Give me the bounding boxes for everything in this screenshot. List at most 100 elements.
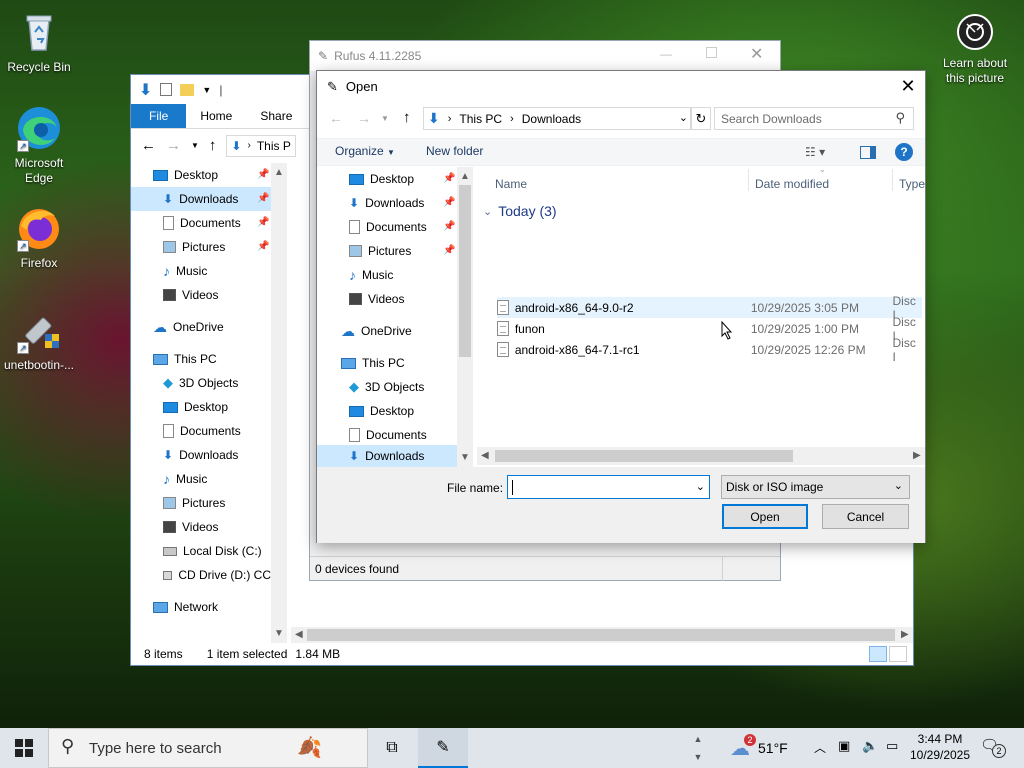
nav-item-downloads[interactable]: ⬇ Downloads [131, 187, 271, 211]
forward-arrow-icon[interactable]: → [166, 137, 181, 154]
desktop-icon-firefox[interactable]: ↗ Firefox [0, 204, 78, 271]
clock[interactable]: 3:44 PM 10/29/2025 [908, 731, 972, 763]
nav-item-network[interactable]: Network [153, 595, 218, 619]
nav-item-desktop[interactable]: Desktop [349, 167, 414, 191]
scroll-up-arrow-icon[interactable]: ▲ [460, 171, 470, 182]
forward-arrow-icon[interactable]: → [357, 110, 371, 126]
taskbar-scroll[interactable]: ▲ ▼ [690, 730, 706, 766]
nav-item-downloads[interactable]: ⬇ Downloads [349, 191, 424, 215]
file-name-input[interactable]: ⌄ [507, 475, 710, 499]
taskbar-app-rufus[interactable]: ✎ [418, 728, 468, 768]
file-row[interactable]: android-x86_64-9.0-r2 10/29/2025 3:05 PM… [497, 294, 922, 322]
nav-item-documents-pc[interactable]: Documents [349, 423, 427, 447]
explorer-hscroll[interactable]: ◀ ▶ [291, 627, 913, 643]
nav-item-this-pc[interactable]: This PC [153, 347, 217, 371]
up-arrow-icon[interactable]: ↑ [403, 109, 411, 126]
properties-icon[interactable] [160, 83, 173, 96]
tab-home[interactable]: Home [186, 104, 246, 128]
view-options-icon[interactable]: ☷ ▾ [805, 145, 825, 159]
nav-item-videos[interactable]: Videos [163, 283, 218, 307]
large-icons-view-icon[interactable] [889, 646, 907, 662]
nav-item-documents[interactable]: Documents [163, 211, 241, 235]
explorer-nav-scrollbar[interactable]: ▲ ▼ [271, 163, 287, 643]
close-icon[interactable]: ✕ [750, 44, 763, 64]
nav-item-downloads-pc[interactable]: ⬇ Downloads [163, 443, 238, 467]
search-downloads-input[interactable]: Search Downloads ⚲ [714, 107, 914, 130]
group-header-today[interactable]: ⌄ Today (3) [483, 203, 557, 219]
nav-item-music-pc[interactable]: ♪ Music [163, 467, 207, 491]
scroll-left-arrow-icon[interactable]: ◀ [481, 450, 489, 461]
hscroll-thumb[interactable] [307, 629, 895, 641]
open-button[interactable]: Open [722, 504, 808, 529]
file-row[interactable]: funon 10/29/2025 1:00 PM Disc I [497, 315, 922, 343]
nav-item-onedrive[interactable]: ☁ OneDrive [153, 315, 224, 339]
preview-pane-icon[interactable] [860, 146, 876, 159]
device-icon[interactable]: ▣ [838, 738, 850, 754]
quick-access-dropdown-icon[interactable]: ▼ [202, 85, 211, 95]
nav-item-pictures-pc[interactable]: Pictures [163, 491, 225, 515]
file-type-select[interactable]: Disk or ISO image ⌄ [721, 475, 910, 499]
cancel-button[interactable]: Cancel [822, 504, 909, 529]
nav-item-music[interactable]: ♪ Music [163, 259, 207, 283]
nav-item-documents-pc[interactable]: Documents [163, 419, 241, 443]
task-view-button[interactable]: ⧉ [372, 728, 412, 768]
breadcrumb-this-pc[interactable]: This PC [459, 112, 502, 126]
details-view-icon[interactable] [869, 646, 887, 662]
nav-item-desktop-pc[interactable]: Desktop [163, 395, 228, 419]
recent-dropdown-icon[interactable]: ▼ [381, 114, 389, 123]
nav-item-videos[interactable]: Videos [349, 287, 404, 311]
nav-item-desktop-pc[interactable]: Desktop [349, 399, 414, 423]
recent-dropdown-icon[interactable]: ▼ [191, 141, 199, 150]
dialog-address-bar[interactable]: ⬇ › This PC › Downloads ⌄ [423, 107, 691, 130]
desktop-icon-recycle-bin[interactable]: Recycle Bin [0, 8, 78, 75]
column-header-name[interactable]: Name [495, 177, 527, 191]
start-button[interactable] [0, 728, 48, 768]
hscroll-thumb[interactable] [495, 450, 793, 462]
column-header-date[interactable]: Date modified [755, 177, 829, 191]
vscroll-thumb[interactable] [459, 185, 471, 357]
open-file-dialog[interactable]: ✎ Open ✕ ← → ▼ ↑ ⬇ › This PC › Downloads… [316, 70, 926, 543]
desktop-icon-edge[interactable]: ↗ Microsoft Edge [0, 104, 78, 186]
file-row[interactable]: android-x86_64-7.1-rc1 10/29/2025 12:26 … [497, 336, 922, 364]
network-icon[interactable]: ▭ [886, 738, 898, 754]
scroll-down-arrow-icon[interactable]: ▼ [460, 452, 470, 463]
nav-item-3d-objects[interactable]: ◆ 3D Objects [163, 371, 238, 395]
nav-item-desktop[interactable]: Desktop [153, 163, 271, 187]
breadcrumb-this-pc[interactable]: This P [257, 139, 291, 153]
organize-button[interactable]: Organize ▼ [335, 144, 395, 158]
address-dropdown-icon[interactable]: ⌄ [679, 111, 688, 124]
learn-about-picture[interactable]: Learn about this picture [936, 12, 1014, 86]
minimize-icon[interactable]: — [660, 47, 672, 61]
nav-item-music[interactable]: ♪ Music [349, 263, 393, 287]
up-arrow-icon[interactable]: ↑ [209, 137, 217, 154]
new-folder-icon[interactable] [180, 83, 195, 96]
tab-share[interactable]: Share [246, 104, 306, 128]
tab-file[interactable]: File [131, 104, 187, 128]
volume-muted-icon[interactable]: 🔈 [862, 738, 878, 754]
nav-item-onedrive[interactable]: ☁ OneDrive [341, 319, 412, 343]
weather-widget[interactable]: ☁ 2 51°F [730, 728, 800, 768]
nav-item-local-disk[interactable]: Local Disk (C:) [163, 539, 262, 563]
explorer-address-bar[interactable]: ⬇ › This P [226, 134, 297, 157]
nav-item-pictures[interactable]: Pictures [163, 235, 225, 259]
back-arrow-icon[interactable]: ← [141, 137, 156, 154]
nav-item-cd-drive[interactable]: CD Drive (D:) CC [163, 563, 271, 587]
dialog-nav-scrollbar[interactable]: ▲ ▼ [457, 167, 473, 467]
scroll-down-arrow-icon[interactable]: ▼ [274, 628, 284, 639]
nav-item-videos-pc[interactable]: Videos [163, 515, 218, 539]
nav-item-documents[interactable]: Documents [349, 215, 427, 239]
help-icon[interactable]: ? [895, 143, 913, 161]
maximize-icon[interactable] [706, 47, 717, 58]
scroll-up-arrow-icon[interactable]: ▲ [274, 167, 284, 178]
new-folder-button[interactable]: New folder [426, 144, 483, 158]
nav-item-pictures[interactable]: Pictures [349, 239, 411, 263]
scroll-left-arrow-icon[interactable]: ◀ [295, 629, 303, 640]
taskbar-search-box[interactable]: ⚲ Type here to search 🍂 [48, 728, 368, 768]
scroll-right-arrow-icon[interactable]: ▶ [901, 629, 909, 640]
nav-item-downloads-pc[interactable]: ⬇ Downloads [317, 445, 457, 467]
desktop-icon-unetbootin[interactable]: ↗ unetbootin-... [0, 306, 78, 373]
nav-item-3d-objects[interactable]: ◆ 3D Objects [349, 375, 424, 399]
chevron-down-icon[interactable]: ⌄ [696, 480, 705, 493]
back-arrow-icon[interactable]: ← [329, 110, 343, 126]
refresh-icon[interactable]: ↻ [691, 107, 711, 130]
